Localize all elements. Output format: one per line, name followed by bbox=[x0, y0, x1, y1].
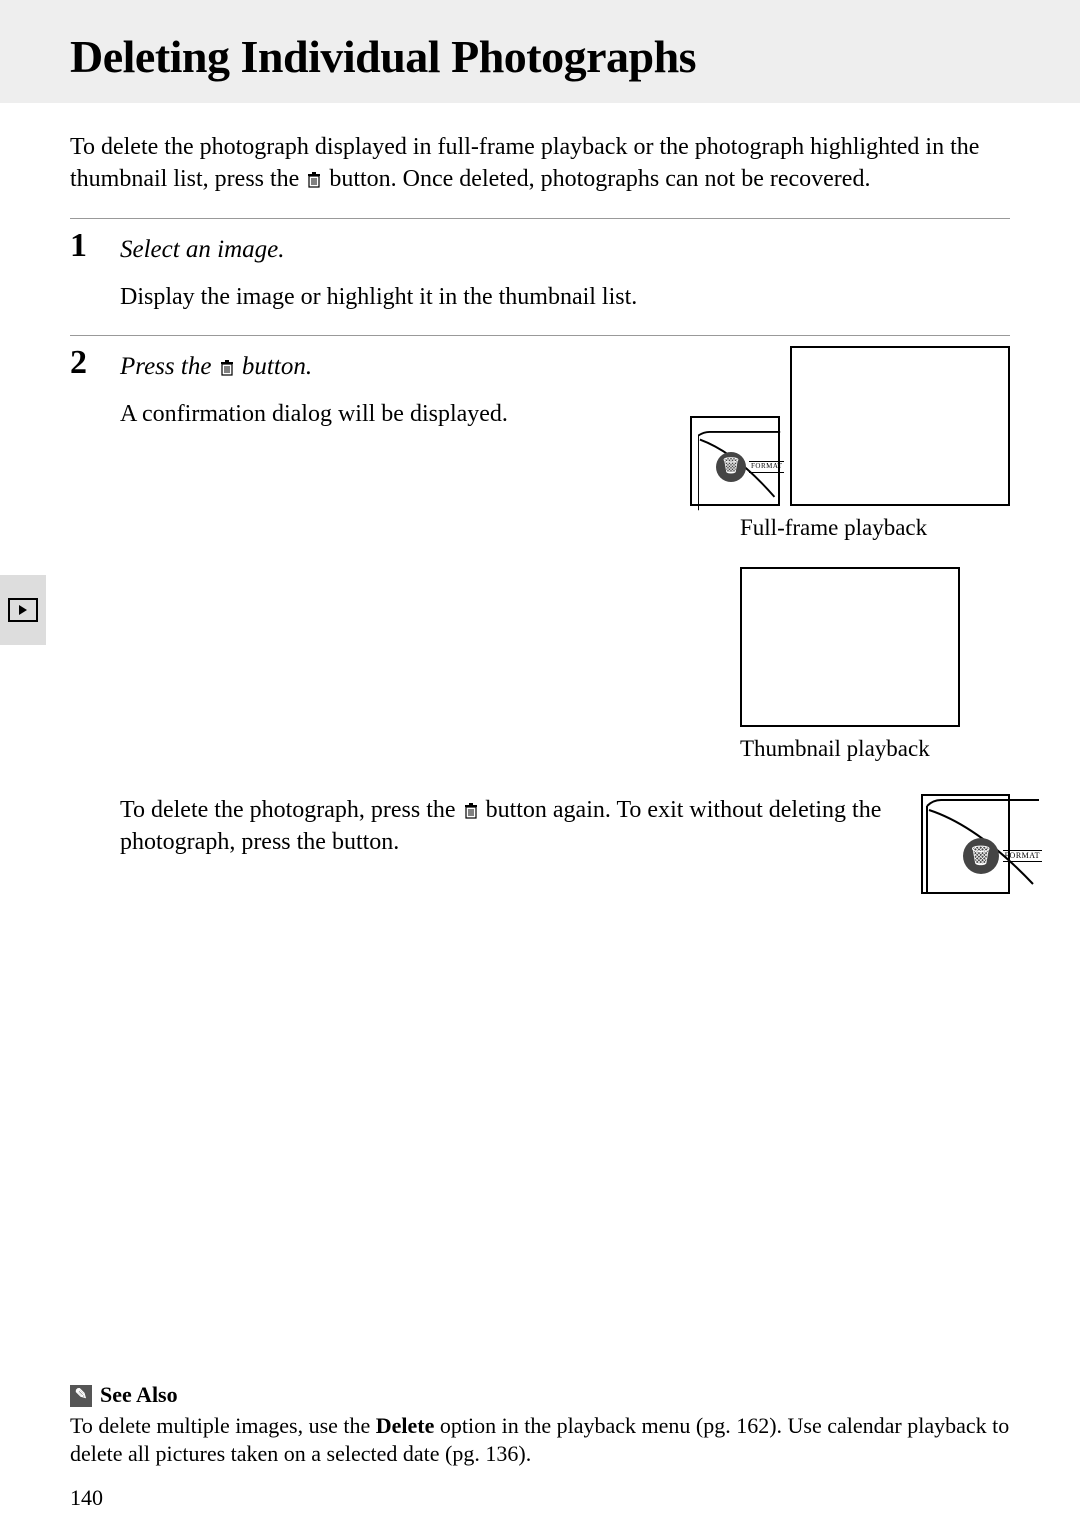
trash-icon: 🗑 bbox=[963, 838, 999, 874]
delete-button-figure: 🗑 FORMAT bbox=[690, 416, 780, 506]
figure-caption: Thumbnail playback bbox=[740, 733, 960, 764]
figure-caption: Full-frame playback bbox=[640, 512, 1060, 543]
delete-button-figure-large: 🗑 FORMAT bbox=[921, 794, 1010, 894]
see-also-section: ✎ See Also To delete multiple images, us… bbox=[70, 1381, 1010, 1469]
page-title: Deleting Individual Photographs bbox=[70, 30, 1010, 83]
step-title: Select an image. bbox=[120, 229, 1010, 267]
intro-text-2: button. Once deleted, photographs can no… bbox=[323, 166, 870, 192]
content-area: To delete the photograph displayed in fu… bbox=[0, 103, 1080, 894]
step-body: Select an image. Display the image or hi… bbox=[120, 229, 1010, 313]
playback-icon bbox=[8, 598, 38, 622]
title-band: Deleting Individual Photographs bbox=[0, 0, 1080, 103]
delete-icon bbox=[305, 166, 323, 192]
section-tab bbox=[0, 575, 46, 645]
intro-paragraph: To delete the photograph displayed in fu… bbox=[70, 131, 1010, 196]
thumbnail-screen-figure bbox=[740, 567, 960, 727]
separator bbox=[70, 335, 1010, 336]
format-label: FORMAT bbox=[749, 461, 784, 472]
step-number: 2 bbox=[70, 346, 120, 380]
see-also-bold: Delete bbox=[376, 1413, 435, 1438]
delete-icon bbox=[218, 353, 236, 380]
step-body: Press the button. A confirmation dialog … bbox=[120, 346, 1010, 894]
see-also-label: See Also bbox=[100, 1381, 178, 1410]
cont-pre: To delete the photograph, press the bbox=[120, 797, 462, 823]
step-continuation-text: To delete the photograph, press the butt… bbox=[120, 794, 891, 859]
see-also-pre: To delete multiple images, use the bbox=[70, 1413, 376, 1438]
page: Deleting Individual Photographs To delet… bbox=[0, 0, 1080, 1529]
format-label: FORMAT bbox=[1003, 850, 1042, 863]
separator bbox=[70, 218, 1010, 219]
step-number: 1 bbox=[70, 229, 120, 263]
page-number: 140 bbox=[70, 1485, 103, 1511]
pencil-icon: ✎ bbox=[70, 1385, 92, 1407]
step-title-post: button. bbox=[236, 353, 312, 380]
step-title-pre: Press the bbox=[120, 353, 218, 380]
see-also-text: To delete multiple images, use the Delet… bbox=[70, 1412, 1010, 1469]
see-also-heading: ✎ See Also bbox=[70, 1381, 1010, 1410]
step-2: 2 Press the button. A confirmation dialo… bbox=[70, 346, 1010, 894]
step-text: A confirmation dialog will be displayed. bbox=[120, 398, 666, 430]
cont-post: button. bbox=[332, 829, 399, 855]
step-text: Display the image or highlight it in the… bbox=[120, 281, 1010, 313]
step-1: 1 Select an image. Display the image or … bbox=[70, 229, 1010, 313]
fullframe-screen-figure bbox=[790, 346, 1010, 506]
delete-icon bbox=[462, 797, 480, 823]
figure-column: 🗑 FORMAT Full-frame playback Thu bbox=[690, 346, 1010, 764]
trash-icon: 🗑 bbox=[716, 452, 746, 482]
step-title: Press the button. bbox=[120, 346, 666, 384]
